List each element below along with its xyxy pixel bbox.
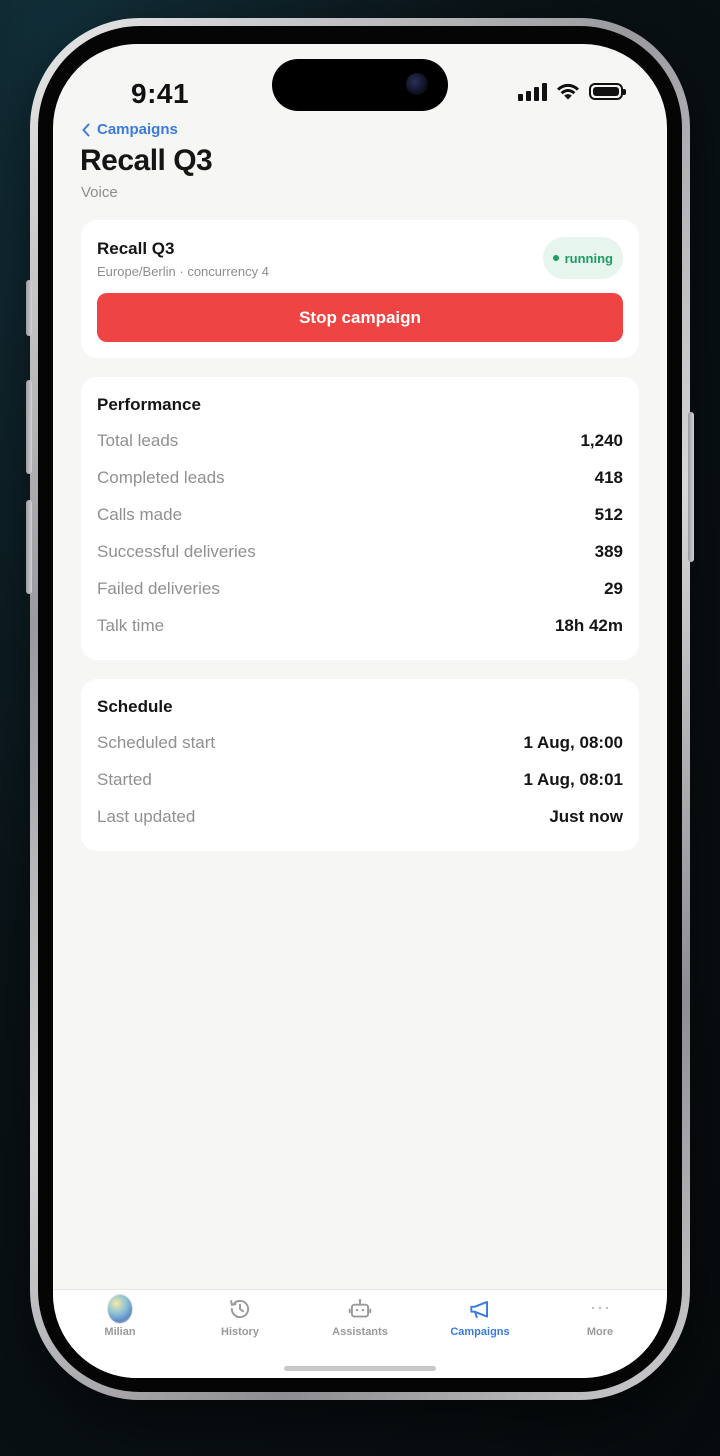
avatar <box>107 1294 133 1324</box>
stat-row-completed-leads: Completed leads 418 <box>97 459 623 496</box>
status-badge-label: running <box>564 250 613 266</box>
stat-value: 18h 42m <box>554 615 623 635</box>
schedule-value: 1 Aug, 08:00 <box>523 732 623 752</box>
signal-icon <box>518 82 547 101</box>
campaign-card: Recall Q3 Europe/Berlin · concurrency 4 … <box>81 220 639 358</box>
back-button-label: Campaigns <box>97 121 178 138</box>
status-dot-icon <box>552 255 559 261</box>
stat-label: Total leads <box>97 430 179 450</box>
stop-campaign-button[interactable]: Stop campaign <box>97 293 623 342</box>
more-icon <box>591 1306 609 1310</box>
dynamic-island <box>272 59 448 111</box>
stat-value: 512 <box>594 504 623 524</box>
performance-card: Performance Total leads 1,240 Completed … <box>81 377 639 660</box>
performance-title: Performance <box>97 395 201 414</box>
stat-value: 389 <box>594 541 623 561</box>
performance-list: Total leads 1,240 Completed leads 418 Ca… <box>97 422 623 644</box>
app-screen: 9:41 Campaigns Recall Q3 Voice Recall Q3… <box>53 44 667 1378</box>
stat-value: 1,240 <box>580 430 623 450</box>
tab-label: Milian <box>104 1326 136 1338</box>
back-button[interactable]: Campaigns <box>81 121 178 138</box>
tab-label: History <box>221 1326 259 1338</box>
stat-label: Talk time <box>97 615 165 635</box>
stat-label: Calls made <box>97 504 183 524</box>
tab-campaigns[interactable]: Campaigns <box>420 1296 540 1344</box>
power-button <box>688 412 694 562</box>
stat-value: 29 <box>604 578 623 598</box>
tab-bar: Milian History Assistants Campaigns More <box>53 1289 667 1378</box>
tab-label: More <box>586 1326 614 1338</box>
history-icon <box>230 1299 250 1319</box>
schedule-label: Started <box>97 769 152 789</box>
stat-row-failed-deliveries: Failed deliveries 29 <box>97 570 623 607</box>
status-time: 9:41 <box>131 78 190 109</box>
tab-label: Assistants <box>332 1326 388 1338</box>
schedule-value: Just now <box>549 806 623 826</box>
camera-lens <box>406 73 428 95</box>
tab-profile[interactable]: Milian <box>60 1294 180 1344</box>
schedule-card: Schedule Scheduled start 1 Aug, 08:00 St… <box>81 679 639 851</box>
volume-up-button <box>26 380 32 474</box>
tab-assistants[interactable]: Assistants <box>300 1296 420 1344</box>
campaign-meta: Europe/Berlin · concurrency 4 <box>97 264 269 279</box>
status-badge: running <box>542 237 623 279</box>
stat-row-successful-deliveries: Successful deliveries 389 <box>97 533 623 570</box>
schedule-row-started: Started 1 Aug, 08:01 <box>97 761 623 798</box>
campaign-name: Recall Q3 <box>97 239 175 258</box>
stat-label: Failed deliveries <box>97 578 220 598</box>
schedule-row-scheduled-start: Scheduled start 1 Aug, 08:00 <box>97 724 623 761</box>
schedule-label: Last updated <box>97 806 196 826</box>
stat-row-talk-time: Talk time 18h 42m <box>97 607 623 644</box>
schedule-list: Scheduled start 1 Aug, 08:00 Started 1 A… <box>97 724 623 835</box>
stat-label: Completed leads <box>97 467 225 487</box>
megaphone-icon <box>470 1300 489 1319</box>
schedule-value: 1 Aug, 08:01 <box>523 769 623 789</box>
tab-label: Campaigns <box>450 1326 510 1338</box>
page-title: Recall Q3 <box>80 144 213 177</box>
stat-row-calls-made: Calls made 512 <box>97 496 623 533</box>
status-icons <box>518 82 626 101</box>
robot-icon <box>348 1299 372 1318</box>
stat-value: 418 <box>594 467 623 487</box>
schedule-label: Scheduled start <box>97 732 216 752</box>
battery-icon <box>589 83 626 100</box>
schedule-row-last-updated: Last updated Just now <box>97 798 623 835</box>
volume-down-button <box>26 500 32 594</box>
action-button <box>26 280 32 336</box>
stat-row-total-leads: Total leads 1,240 <box>97 422 623 459</box>
tab-more[interactable]: More <box>540 1296 660 1344</box>
page-subtitle: Voice <box>81 184 118 201</box>
stat-label: Successful deliveries <box>97 541 256 561</box>
wifi-icon <box>557 83 579 100</box>
tab-history[interactable]: History <box>180 1296 300 1344</box>
home-indicator[interactable] <box>284 1366 436 1371</box>
chevron-left-icon <box>82 123 90 136</box>
schedule-title: Schedule <box>97 697 173 716</box>
